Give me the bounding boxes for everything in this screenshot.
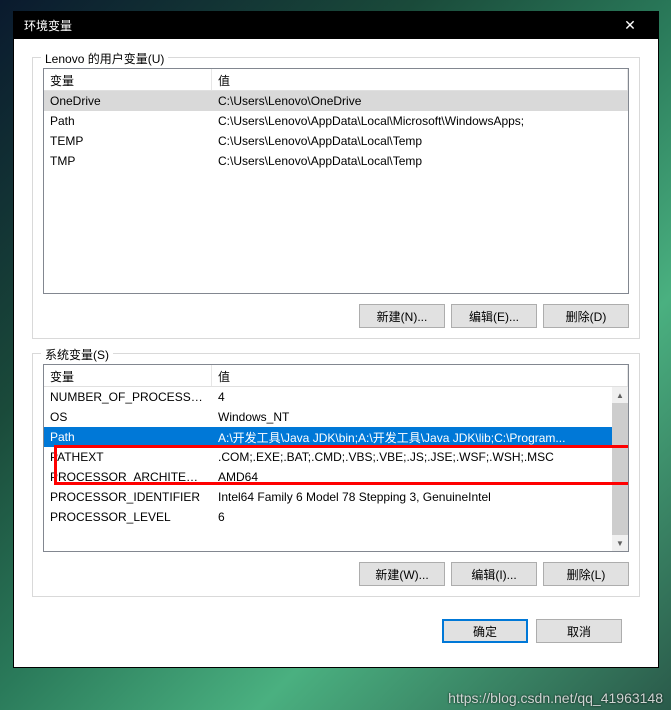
titlebar[interactable]: 环境变量 ✕	[14, 12, 658, 39]
var-name-cell: PROCESSOR_IDENTIFIER	[44, 488, 212, 506]
system-vars-buttons: 新建(W)... 编辑(I)... 删除(L)	[43, 562, 629, 586]
cancel-button[interactable]: 取消	[536, 619, 622, 643]
table-row[interactable]: OneDriveC:\Users\Lenovo\OneDrive	[44, 91, 628, 111]
table-row[interactable]: TEMPC:\Users\Lenovo\AppData\Local\Temp	[44, 131, 628, 151]
var-value-cell: .COM;.EXE;.BAT;.CMD;.VBS;.VBE;.JS;.JSE;.…	[212, 448, 628, 466]
var-value-cell: A:\开发工具\Java JDK\bin;A:\开发工具\Java JDK\li…	[212, 427, 628, 448]
table-row[interactable]: NUMBER_OF_PROCESSORS4	[44, 387, 628, 407]
dialog-body: Lenovo 的用户变量(U) 变量 值 OneDriveC:\Users\Le…	[14, 39, 658, 667]
table-row[interactable]: PathA:\开发工具\Java JDK\bin;A:\开发工具\Java JD…	[44, 427, 628, 447]
table-row[interactable]: PROCESSOR_LEVEL6	[44, 507, 628, 527]
watermark: https://blog.csdn.net/qq_41963148	[448, 690, 663, 706]
user-edit-button[interactable]: 编辑(E)...	[451, 304, 537, 328]
list-header: 变量 值	[44, 365, 628, 387]
system-vars-list[interactable]: 变量 值 NUMBER_OF_PROCESSORS4OSWindows_NTPa…	[43, 364, 629, 552]
var-value-cell: 4	[212, 388, 628, 406]
var-name-cell: PATHEXT	[44, 448, 212, 466]
user-vars-list[interactable]: 变量 值 OneDriveC:\Users\Lenovo\OneDrivePat…	[43, 68, 629, 294]
table-row[interactable]: OSWindows_NT	[44, 407, 628, 427]
sys-edit-button[interactable]: 编辑(I)...	[451, 562, 537, 586]
col-value[interactable]: 值	[212, 365, 628, 386]
scroll-down-icon[interactable]: ▼	[612, 535, 628, 551]
scroll-thumb[interactable]	[612, 403, 628, 535]
var-value-cell: Intel64 Family 6 Model 78 Stepping 3, Ge…	[212, 488, 628, 506]
var-name-cell: PROCESSOR_ARCHITECT...	[44, 468, 212, 486]
var-name-cell: NUMBER_OF_PROCESSORS	[44, 388, 212, 406]
col-variable[interactable]: 变量	[44, 365, 212, 386]
var-name-cell: Path	[44, 428, 212, 446]
var-value-cell: Windows_NT	[212, 408, 628, 426]
table-row[interactable]: TMPC:\Users\Lenovo\AppData\Local\Temp	[44, 151, 628, 171]
var-name-cell: TEMP	[44, 132, 212, 150]
var-value-cell: C:\Users\Lenovo\OneDrive	[212, 92, 628, 110]
user-new-button[interactable]: 新建(N)...	[359, 304, 445, 328]
environment-variables-dialog: 环境变量 ✕ Lenovo 的用户变量(U) 变量 值 OneDriveC:\U…	[13, 11, 659, 668]
sys-new-button[interactable]: 新建(W)...	[359, 562, 445, 586]
col-variable[interactable]: 变量	[44, 69, 212, 90]
var-name-cell: PROCESSOR_LEVEL	[44, 508, 212, 526]
user-vars-group: Lenovo 的用户变量(U) 变量 值 OneDriveC:\Users\Le…	[32, 57, 640, 339]
user-vars-buttons: 新建(N)... 编辑(E)... 删除(D)	[43, 304, 629, 328]
system-vars-group: 系统变量(S) 变量 值 NUMBER_OF_PROCESSORS4OSWind…	[32, 353, 640, 597]
var-value-cell: C:\Users\Lenovo\AppData\Local\Microsoft\…	[212, 112, 628, 130]
var-name-cell: Path	[44, 112, 212, 130]
var-value-cell: C:\Users\Lenovo\AppData\Local\Temp	[212, 152, 628, 170]
system-vars-legend: 系统变量(S)	[41, 346, 113, 363]
var-value-cell: 6	[212, 508, 628, 526]
table-row[interactable]: PROCESSOR_ARCHITECT...AMD64	[44, 467, 628, 487]
ok-button[interactable]: 确定	[442, 619, 528, 643]
list-header: 变量 值	[44, 69, 628, 91]
close-icon[interactable]: ✕	[610, 13, 650, 39]
window-title: 环境变量	[24, 17, 610, 34]
table-row[interactable]: PROCESSOR_IDENTIFIERIntel64 Family 6 Mod…	[44, 487, 628, 507]
user-delete-button[interactable]: 删除(D)	[543, 304, 629, 328]
var-name-cell: OneDrive	[44, 92, 212, 110]
sys-delete-button[interactable]: 删除(L)	[543, 562, 629, 586]
scrollbar[interactable]: ▲ ▼	[612, 387, 628, 551]
table-row[interactable]: PathC:\Users\Lenovo\AppData\Local\Micros…	[44, 111, 628, 131]
dialog-footer: 确定 取消	[32, 611, 640, 657]
user-vars-legend: Lenovo 的用户变量(U)	[41, 50, 168, 67]
var-name-cell: OS	[44, 408, 212, 426]
col-value[interactable]: 值	[212, 69, 628, 90]
var-name-cell: TMP	[44, 152, 212, 170]
table-row[interactable]: PATHEXT.COM;.EXE;.BAT;.CMD;.VBS;.VBE;.JS…	[44, 447, 628, 467]
var-value-cell: AMD64	[212, 468, 628, 486]
var-value-cell: C:\Users\Lenovo\AppData\Local\Temp	[212, 132, 628, 150]
scroll-up-icon[interactable]: ▲	[612, 387, 628, 403]
